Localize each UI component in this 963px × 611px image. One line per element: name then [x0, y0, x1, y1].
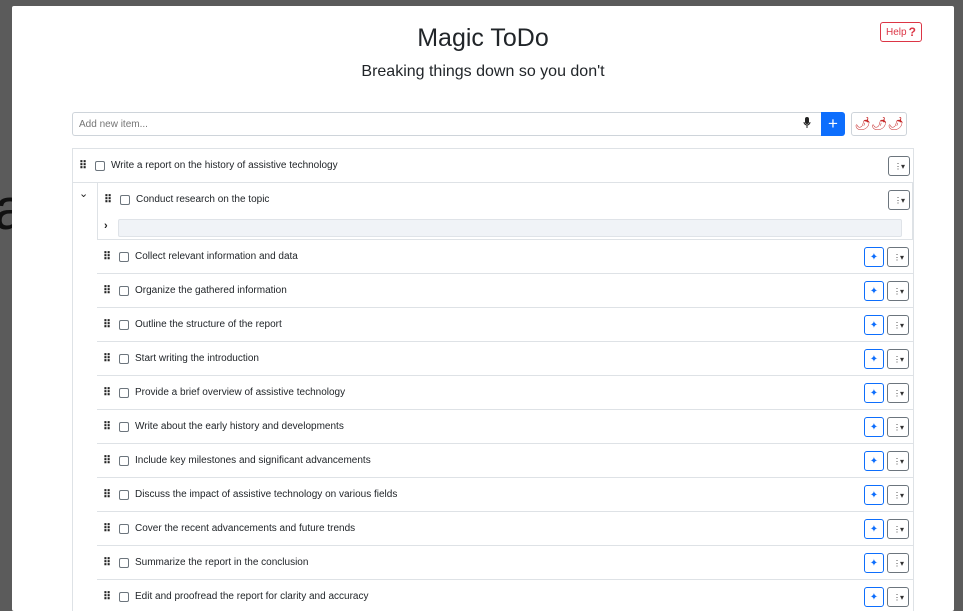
drag-handle-icon[interactable]: ⠿ [103, 319, 115, 330]
task-checkbox[interactable] [119, 387, 129, 398]
task-checkbox[interactable] [119, 353, 129, 364]
subtask-row: ⠿ Include key milestones and significant… [97, 444, 913, 478]
help-label: Help [886, 26, 907, 38]
task-checkbox[interactable] [119, 591, 129, 602]
task-menu-button[interactable]: ⋮▾ [887, 553, 909, 573]
task-menu-button[interactable]: ⋮▾ [887, 451, 909, 471]
task-label: Collect relevant information and data [135, 251, 298, 262]
subtask-row: ⠿ Summarize the report in the conclusion… [97, 546, 913, 580]
help-button[interactable]: Help ? [880, 22, 922, 42]
question-icon: ? [908, 25, 916, 39]
subtask-row: ⠿ Write about the early history and deve… [97, 410, 913, 444]
app-window: Magic ToDo Breaking things down so you d… [12, 6, 954, 611]
magic-wand-button[interactable]: ✦ [864, 485, 884, 505]
subtask-row: ⠿ Start writing the introduction ✦ ⋮▾ [97, 342, 913, 376]
subtask-row: ⠿ Provide a brief overview of assistive … [97, 376, 913, 410]
new-item-row: + 🌶🌶🌶 [72, 112, 907, 136]
microphone-icon[interactable] [800, 117, 814, 131]
magic-wand-button[interactable]: ✦ [864, 281, 884, 301]
task-menu-button[interactable]: ⋮▾ [887, 519, 909, 539]
expand-chevron-icon[interactable]: › [104, 220, 108, 232]
subtask-row: ⠿ Cover the recent advancements and futu… [97, 512, 913, 546]
drag-handle-icon[interactable]: ⠿ [103, 285, 115, 296]
task-menu-button[interactable]: ⋮▾ [888, 190, 910, 210]
magic-wand-button[interactable]: ✦ [864, 587, 884, 607]
task-menu-button[interactable]: ⋮▾ [887, 485, 909, 505]
task-row-root: ⠿ Write a report on the history of assis… [73, 149, 913, 183]
drag-handle-icon[interactable]: ⠿ [103, 489, 115, 500]
app-subtitle: Breaking things down so you don't [361, 63, 605, 80]
subtask-row: ⠿ Discuss the impact of assistive techno… [97, 478, 913, 512]
task-checkbox[interactable] [119, 489, 129, 500]
drag-handle-icon[interactable]: ⠿ [103, 387, 115, 398]
task-menu-button[interactable]: ⋮▾ [887, 587, 909, 607]
task-label: Write about the early history and develo… [135, 421, 344, 432]
task-checkbox[interactable] [119, 421, 129, 432]
task-menu-button[interactable]: ⋮▾ [887, 247, 909, 267]
task-menu-button[interactable]: ⋮▾ [887, 281, 909, 301]
drag-handle-icon[interactable]: ⠿ [103, 591, 115, 602]
subtask-row: ⠿ Edit and proofread the report for clar… [97, 580, 913, 611]
task-label: Discuss the impact of assistive technolo… [135, 489, 398, 500]
add-item-button[interactable]: + [821, 112, 845, 136]
task-checkbox[interactable] [119, 285, 129, 296]
task-menu-button[interactable]: ⋮▾ [888, 156, 910, 176]
drag-handle-icon[interactable]: ⠿ [103, 353, 115, 364]
task-label: Organize the gathered information [135, 285, 287, 296]
magic-wand-button[interactable]: ✦ [864, 315, 884, 335]
magic-wand-button[interactable]: ✦ [864, 383, 884, 403]
task-label: Summarize the report in the conclusion [135, 557, 309, 568]
new-item-input[interactable] [72, 112, 821, 136]
task-menu-button[interactable]: ⋮▾ [887, 315, 909, 335]
task-checkbox[interactable] [119, 523, 129, 534]
task-label: Write a report on the history of assisti… [111, 160, 338, 171]
drag-handle-icon[interactable]: ⠿ [103, 251, 115, 262]
task-menu-button[interactable]: ⋮▾ [887, 383, 909, 403]
task-checkbox[interactable] [119, 455, 129, 466]
magic-wand-button[interactable]: ✦ [864, 417, 884, 437]
task-checkbox[interactable] [119, 319, 129, 330]
collapse-chevron-icon[interactable]: ⌄ [79, 187, 88, 200]
task-label: Include key milestones and significant a… [135, 455, 371, 466]
drag-handle-icon[interactable]: ⠿ [104, 194, 116, 205]
magic-wand-button[interactable]: ✦ [864, 349, 884, 369]
task-checkbox[interactable] [119, 557, 129, 568]
subtask-row: ⠿ Conduct research on the topic ⋮▾ › [97, 183, 913, 240]
task-label: Start writing the introduction [135, 353, 259, 364]
task-label: Outline the structure of the report [135, 319, 282, 330]
subtask-row: ⠿ Collect relevant information and data … [97, 240, 913, 274]
drag-handle-icon[interactable]: ⠿ [103, 523, 115, 534]
subtask-group: ⌄ ⠿ Conduct research on the topic ⋮▾ › ⠿… [73, 183, 913, 611]
drag-handle-icon[interactable]: ⠿ [103, 557, 115, 568]
magic-wand-button[interactable]: ✦ [864, 553, 884, 573]
task-label: Conduct research on the topic [136, 194, 270, 205]
drag-handle-icon[interactable]: ⠿ [79, 160, 91, 171]
drag-handle-icon[interactable]: ⠿ [103, 455, 115, 466]
task-label: Edit and proofread the report for clarit… [135, 591, 369, 602]
task-checkbox[interactable] [120, 194, 130, 205]
magic-wand-button[interactable]: ✦ [864, 247, 884, 267]
task-label: Cover the recent advancements and future… [135, 523, 356, 534]
task-checkbox[interactable] [95, 160, 105, 171]
task-label: Provide a brief overview of assistive te… [135, 387, 346, 398]
magic-wand-button[interactable]: ✦ [864, 519, 884, 539]
subtask-row: ⠿ Organize the gathered information ✦ ⋮▾ [97, 274, 913, 308]
task-checkbox[interactable] [119, 251, 129, 262]
subtask-row: ⠿ Outline the structure of the report ✦ … [97, 308, 913, 342]
drag-handle-icon[interactable]: ⠿ [103, 421, 115, 432]
task-list: ⠿ Write a report on the history of assis… [72, 148, 914, 611]
app-title: Magic ToDo [417, 24, 549, 52]
subtask-placeholder[interactable] [118, 219, 902, 237]
task-menu-button[interactable]: ⋮▾ [887, 417, 909, 437]
spiciness-button[interactable]: 🌶🌶🌶 [851, 112, 907, 136]
task-menu-button[interactable]: ⋮▾ [887, 349, 909, 369]
magic-wand-button[interactable]: ✦ [864, 451, 884, 471]
